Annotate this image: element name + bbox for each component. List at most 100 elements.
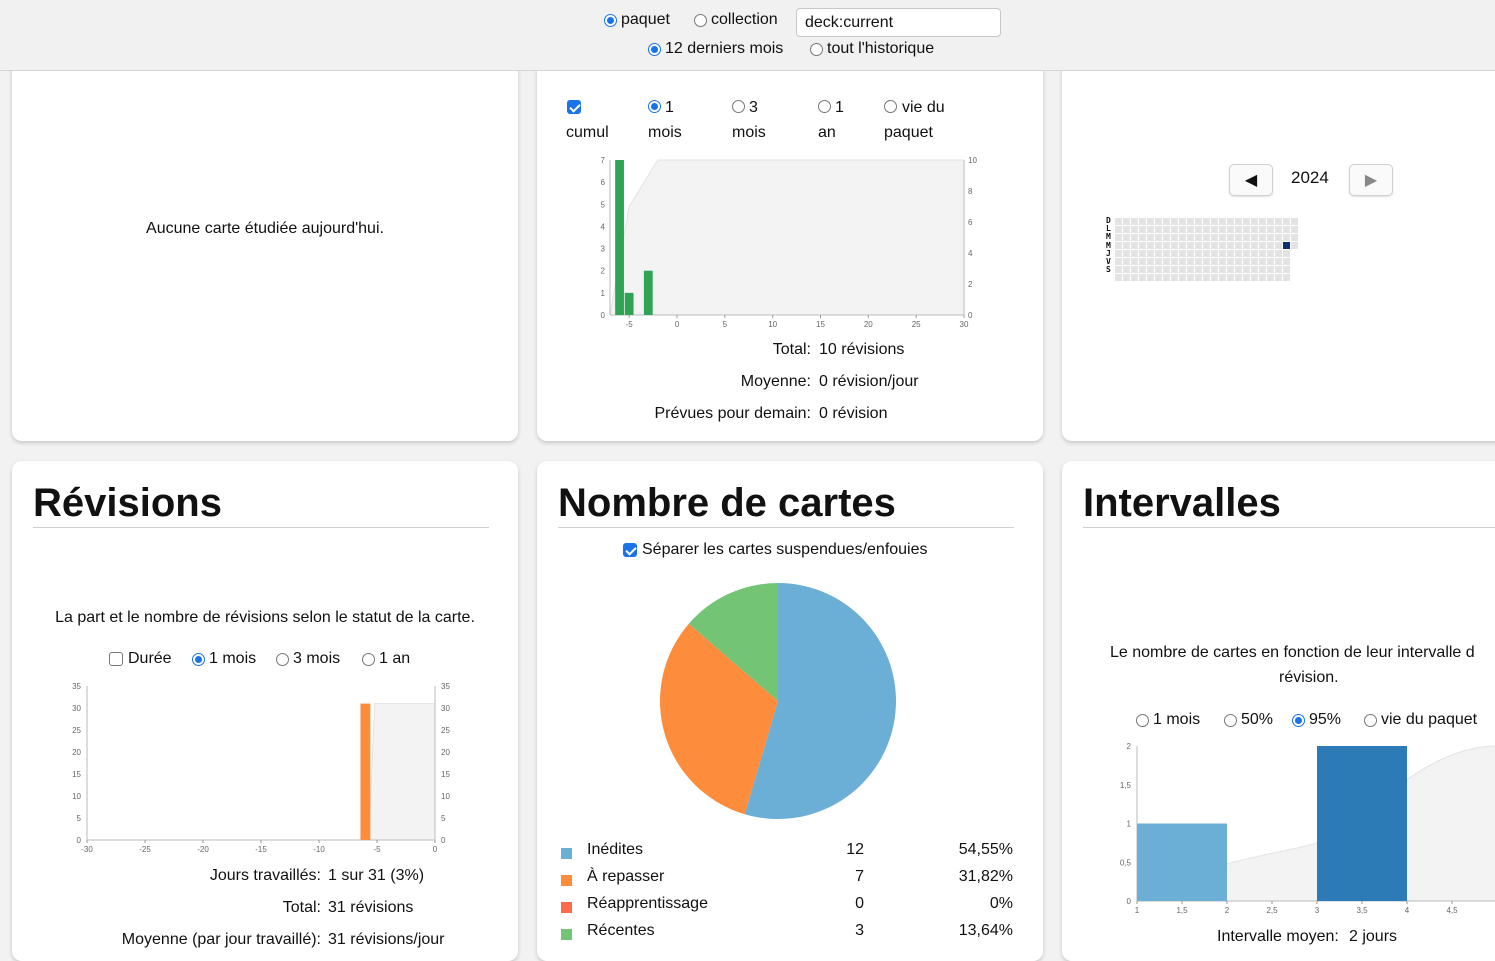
- heatmap-day-cell[interactable]: [1211, 242, 1218, 249]
- heatmap-day-cell[interactable]: [1147, 250, 1154, 257]
- radio-dot[interactable]: [192, 653, 205, 666]
- future-1-year-radio[interactable]: [818, 100, 831, 113]
- heatmap-day-cell[interactable]: [1267, 258, 1274, 265]
- heatmap-day-cell[interactable]: [1163, 250, 1170, 257]
- heatmap-day-cell[interactable]: [1123, 266, 1130, 273]
- heatmap-day-cell[interactable]: [1139, 258, 1146, 265]
- heatmap-day-cell[interactable]: [1171, 266, 1178, 273]
- heatmap-day-cell[interactable]: [1243, 218, 1250, 225]
- heatmap-day-cell[interactable]: [1235, 226, 1242, 233]
- heatmap-day-cell[interactable]: [1267, 226, 1274, 233]
- heatmap-day-cell[interactable]: [1211, 266, 1218, 273]
- heatmap-day-cell[interactable]: [1171, 242, 1178, 249]
- heatmap-day-cell[interactable]: [1291, 226, 1298, 233]
- heatmap-day-cell[interactable]: [1115, 226, 1122, 233]
- heatmap-day-cell[interactable]: [1123, 250, 1130, 257]
- checkbox-box[interactable]: [109, 652, 123, 666]
- heatmap-day-cell[interactable]: [1283, 274, 1290, 281]
- heatmap-day-cell[interactable]: [1195, 266, 1202, 273]
- heatmap-day-cell[interactable]: [1219, 266, 1226, 273]
- heatmap-day-cell[interactable]: [1283, 250, 1290, 257]
- heatmap-day-cell[interactable]: [1291, 242, 1298, 249]
- heatmap-day-cell[interactable]: [1195, 258, 1202, 265]
- heatmap-day-cell[interactable]: [1275, 266, 1282, 273]
- heatmap-day-cell[interactable]: [1147, 258, 1154, 265]
- heatmap-day-cell[interactable]: [1243, 274, 1250, 281]
- heatmap-day-cell[interactable]: [1163, 266, 1170, 273]
- heatmap-day-cell[interactable]: [1251, 274, 1258, 281]
- heatmap-day-cell[interactable]: [1139, 250, 1146, 257]
- heatmap-day-cell[interactable]: [1139, 226, 1146, 233]
- heatmap-day-cell[interactable]: [1155, 274, 1162, 281]
- heatmap-day-cell[interactable]: [1259, 258, 1266, 265]
- radio-dot[interactable]: [1364, 714, 1377, 727]
- heatmap-day-cell[interactable]: [1195, 218, 1202, 225]
- heatmap-day-cell[interactable]: [1163, 242, 1170, 249]
- radio-dot[interactable]: [604, 14, 617, 27]
- heatmap-day-cell[interactable]: [1179, 274, 1186, 281]
- heatmap-day-cell[interactable]: [1155, 250, 1162, 257]
- heatmap-day-cell[interactable]: [1155, 266, 1162, 273]
- heatmap-day-cell[interactable]: [1203, 218, 1210, 225]
- heatmap-day-cell[interactable]: [1171, 274, 1178, 281]
- heatmap-day-cell[interactable]: [1131, 218, 1138, 225]
- heatmap-day-cell[interactable]: [1155, 226, 1162, 233]
- heatmap-day-cell[interactable]: [1195, 226, 1202, 233]
- heatmap-day-cell[interactable]: [1131, 242, 1138, 249]
- heatmap-day-cell[interactable]: [1171, 258, 1178, 265]
- heatmap-day-cell[interactable]: [1187, 250, 1194, 257]
- heatmap-day-cell[interactable]: [1195, 242, 1202, 249]
- heatmap-day-cell[interactable]: [1227, 226, 1234, 233]
- heatmap-day-cell[interactable]: [1155, 242, 1162, 249]
- next-year-button[interactable]: ▶: [1349, 164, 1393, 196]
- heatmap-day-cell[interactable]: [1203, 250, 1210, 257]
- heatmap-day-cell[interactable]: [1275, 234, 1282, 241]
- heatmap-day-cell[interactable]: [1195, 250, 1202, 257]
- heatmap-day-cell[interactable]: [1275, 258, 1282, 265]
- heatmap-day-cell[interactable]: [1187, 266, 1194, 273]
- heatmap-day-cell[interactable]: [1275, 218, 1282, 225]
- heatmap-day-cell[interactable]: [1187, 258, 1194, 265]
- heatmap-day-cell[interactable]: [1139, 234, 1146, 241]
- heatmap-day-cell[interactable]: [1291, 234, 1298, 241]
- heatmap-day-cell[interactable]: [1251, 226, 1258, 233]
- separate-suspended-checkbox[interactable]: Séparer les cartes suspendues/enfouies: [623, 541, 928, 559]
- heatmap-day-cell[interactable]: [1139, 242, 1146, 249]
- heatmap-day-cell[interactable]: [1131, 226, 1138, 233]
- search-input[interactable]: [796, 8, 1001, 37]
- heatmap-day-cell[interactable]: [1235, 266, 1242, 273]
- heatmap-day-cell[interactable]: [1235, 250, 1242, 257]
- heatmap-day-cell[interactable]: [1123, 234, 1130, 241]
- radio-dot[interactable]: [694, 14, 707, 27]
- scope-deck-radio[interactable]: paquet: [604, 11, 670, 29]
- heatmap-day-cell[interactable]: [1123, 226, 1130, 233]
- heatmap-day-cell[interactable]: [1243, 266, 1250, 273]
- heatmap-day-cell[interactable]: [1219, 274, 1226, 281]
- heatmap-day-cell[interactable]: [1123, 218, 1130, 225]
- heatmap-day-cell[interactable]: [1195, 234, 1202, 241]
- heatmap-day-cell[interactable]: [1171, 218, 1178, 225]
- prev-year-button[interactable]: ◀: [1229, 164, 1273, 196]
- intervals-50-percent-radio[interactable]: 50%: [1224, 711, 1273, 729]
- heatmap-day-cell[interactable]: [1163, 274, 1170, 281]
- intervals-1-month-radio[interactable]: 1 mois: [1136, 711, 1200, 729]
- future-deck-life-radio[interactable]: [884, 100, 897, 113]
- radio-dot[interactable]: [648, 43, 661, 56]
- heatmap-day-cell[interactable]: [1243, 226, 1250, 233]
- radio-dot[interactable]: [1224, 714, 1237, 727]
- reviews-3-months-radio[interactable]: 3 mois: [276, 650, 340, 668]
- radio-dot[interactable]: [1136, 714, 1149, 727]
- heatmap-day-cell[interactable]: [1163, 234, 1170, 241]
- heatmap-day-cell[interactable]: [1115, 266, 1122, 273]
- heatmap-day-cell[interactable]: [1147, 274, 1154, 281]
- reviews-1-month-radio[interactable]: 1 mois: [192, 650, 256, 668]
- heatmap-day-cell[interactable]: [1227, 266, 1234, 273]
- heatmap-day-cell[interactable]: [1235, 274, 1242, 281]
- heatmap-day-cell[interactable]: [1211, 258, 1218, 265]
- heatmap-day-cell[interactable]: [1243, 234, 1250, 241]
- heatmap-day-cell[interactable]: [1243, 242, 1250, 249]
- reviews-duration-checkbox[interactable]: Durée: [109, 650, 172, 668]
- heatmap-day-cell[interactable]: [1123, 274, 1130, 281]
- heatmap-day-cell[interactable]: [1219, 258, 1226, 265]
- heatmap-day-cell[interactable]: [1267, 266, 1274, 273]
